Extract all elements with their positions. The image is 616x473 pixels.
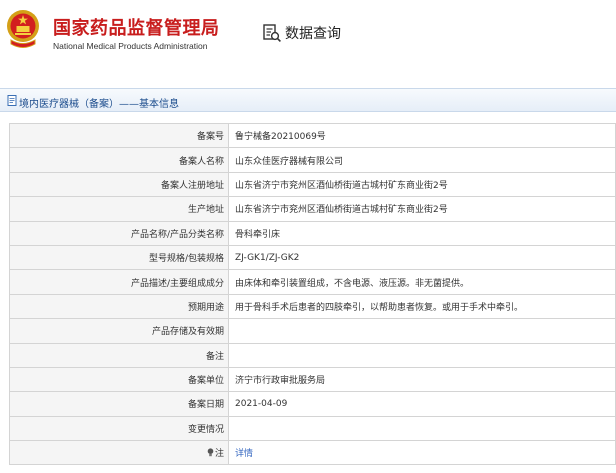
row-label: 产品描述/主要组成成分 <box>9 269 229 295</box>
row-label: 型号规格/包装规格 <box>9 244 229 271</box>
row-label: 备案日期 <box>9 391 229 417</box>
row-label: 备案人名称 <box>9 147 229 173</box>
row-value: 济宁市行政审批服务局 <box>228 366 616 393</box>
table-row: 产品存储及有效期 <box>9 318 616 344</box>
row-value: 用于骨科手术后患者的四肢牵引，以帮助患者恢复。或用于手术中牵引。 <box>228 293 616 320</box>
row-value <box>228 342 616 368</box>
row-value: 山东众佳医疗器械有限公司 <box>228 147 616 173</box>
row-label-note: 注 <box>9 440 229 466</box>
table-row: 预期用途 用于骨科手术后患者的四肢牵引，以帮助患者恢复。或用于手术中牵引。 <box>9 293 616 320</box>
row-label: 备注 <box>9 342 229 368</box>
table-row: 备案号 鲁宁械备20210069号 <box>9 122 616 149</box>
row-label: 备案人注册地址 <box>9 171 229 198</box>
table-row: 产品名称/产品分类名称 骨科牵引床 <box>9 220 616 246</box>
query-title-text: 数据查询 <box>285 26 341 42</box>
row-value <box>228 318 616 344</box>
row-value: 由床体和牵引装置组成，不含电源、液压源。非无菌提供。 <box>228 269 616 295</box>
row-label: 产品存储及有效期 <box>9 318 229 344</box>
national-emblem-icon <box>7 10 39 48</box>
lightbulb-icon <box>207 448 214 457</box>
document-icon <box>7 95 17 106</box>
table-row: 备案人名称 山东众佳医疗器械有限公司 <box>9 147 616 173</box>
table-row: 型号规格/包装规格 ZJ-GK1/ZJ-GK2 <box>9 244 616 271</box>
row-label: 变更情况 <box>9 415 229 442</box>
note-label-text: 注 <box>214 449 224 460</box>
details-link[interactable]: 详情 <box>228 440 616 466</box>
document-search-icon <box>263 24 281 42</box>
row-label: 预期用途 <box>9 293 229 320</box>
row-value: 山东省济宁市兖州区酒仙桥街道古城村矿东商业街2号 <box>228 171 616 198</box>
row-label: 产品名称/产品分类名称 <box>9 220 229 246</box>
table-row: 备案单位 济宁市行政审批服务局 <box>9 366 616 393</box>
table-row: 备注 <box>9 342 616 368</box>
table-row: 产品描述/主要组成成分 由床体和牵引装置组成，不含电源、液压源。非无菌提供。 <box>9 269 616 295</box>
row-value: ZJ-GK1/ZJ-GK2 <box>228 244 616 271</box>
breadcrumb-text: 境内医疗器械（备案）——基本信息 <box>19 99 179 110</box>
row-value <box>228 415 616 442</box>
row-label: 备案号 <box>9 122 229 149</box>
row-value: 骨科牵引床 <box>228 220 616 246</box>
table-row: 备案人注册地址 山东省济宁市兖州区酒仙桥街道古城村矿东商业街2号 <box>9 171 616 198</box>
record-info-table: 备案号 鲁宁械备20210069号 备案人名称 山东众佳医疗器械有限公司 备案人… <box>9 122 616 466</box>
table-row: 注 详情 <box>9 440 616 466</box>
table-row: 生产地址 山东省济宁市兖州区酒仙桥街道古城村矿东商业街2号 <box>9 196 616 222</box>
row-value: 2021-04-09 <box>228 391 616 417</box>
row-label: 生产地址 <box>9 196 229 222</box>
row-value: 山东省济宁市兖州区酒仙桥街道古城村矿东商业街2号 <box>228 196 616 222</box>
data-query-title: 数据查询 <box>262 22 341 44</box>
org-name-cn: 国家药品监督管理局 <box>53 18 220 39</box>
row-value: 鲁宁械备20210069号 <box>228 122 616 149</box>
row-label: 备案单位 <box>9 366 229 393</box>
table-row: 备案日期 2021-04-09 <box>9 391 616 417</box>
site-header: 国家药品监督管理局 National Medical Products Admi… <box>0 0 616 72</box>
table-row: 变更情况 <box>9 415 616 442</box>
breadcrumb: 境内医疗器械（备案）——基本信息 <box>0 88 616 112</box>
org-name-en: National Medical Products Administration <box>53 41 208 51</box>
